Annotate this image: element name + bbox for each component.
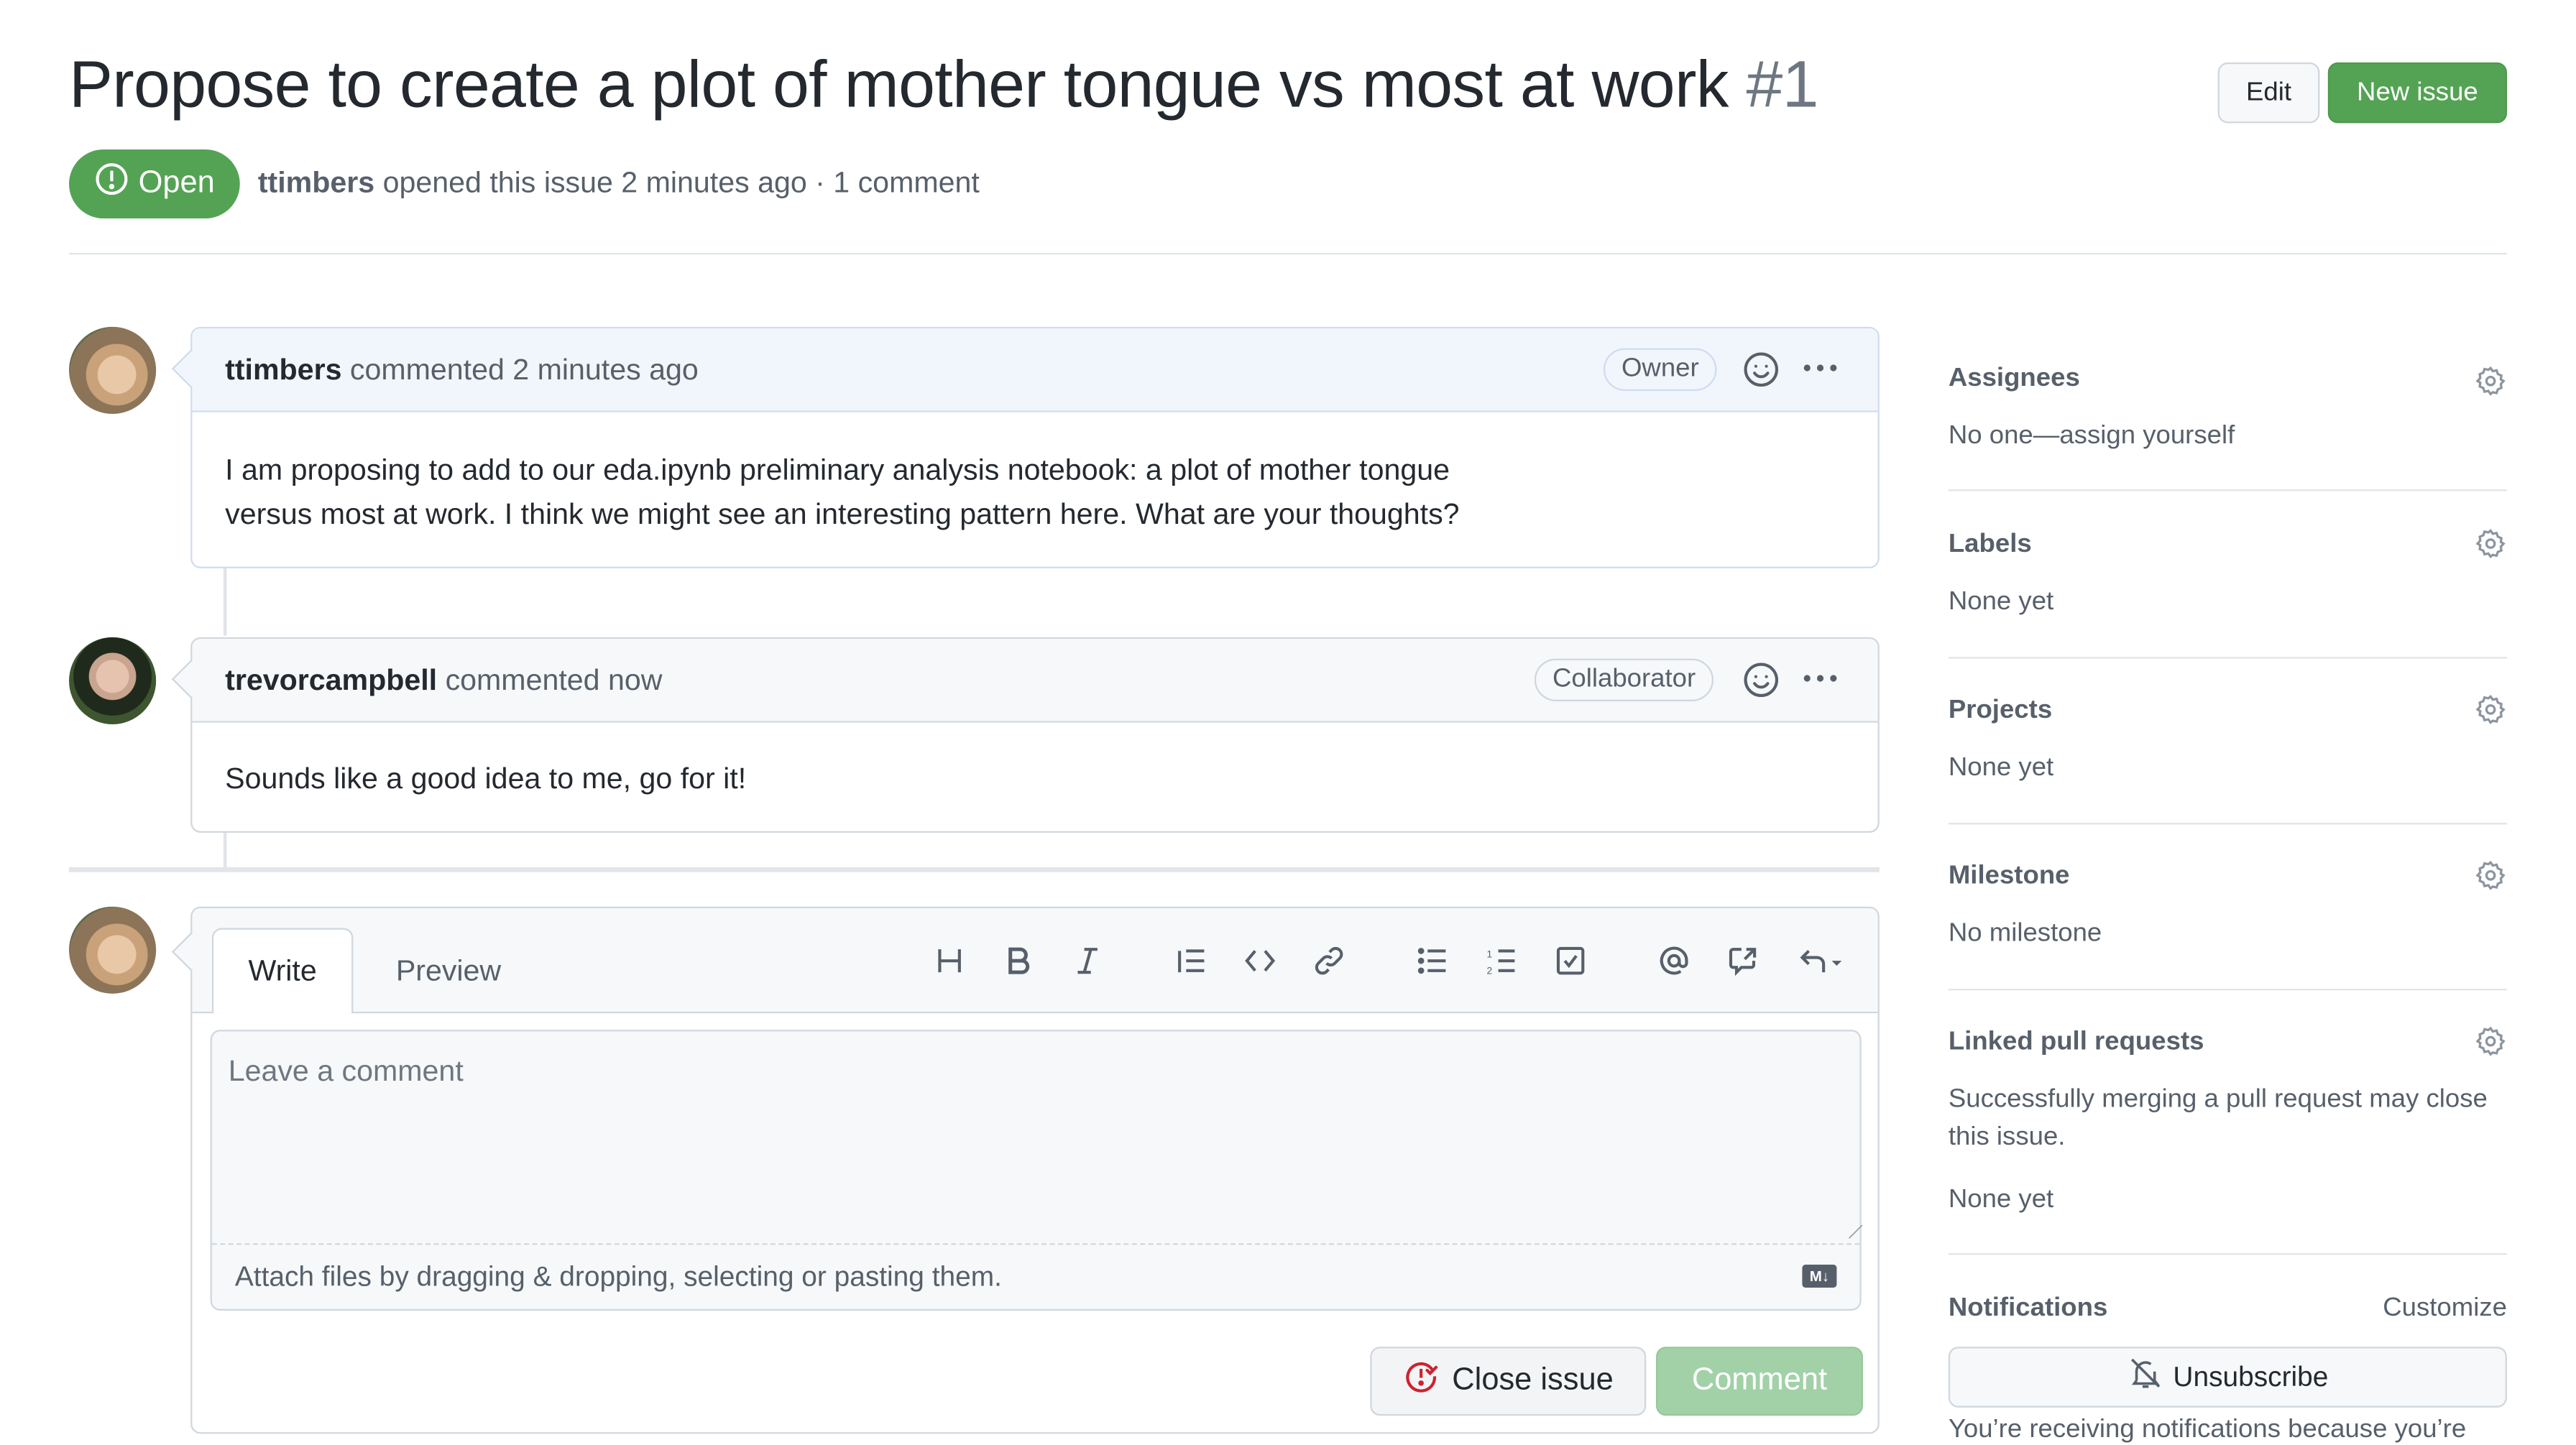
- gear-icon[interactable]: [2474, 527, 2507, 560]
- editor-header: Write Preview 12: [171, 908, 1878, 1014]
- sidebar-heading-labels[interactable]: Labels: [1949, 530, 2032, 560]
- comment-body: I am proposing to add to our eda.ipynb p…: [192, 412, 1877, 573]
- link-icon[interactable]: [1310, 941, 1349, 981]
- kebab-horizontal-icon[interactable]: [1800, 659, 1840, 706]
- close-issue-label: Close issue: [1452, 1363, 1614, 1398]
- sidebar-heading-linked-prs[interactable]: Linked pull requests: [1949, 1028, 2204, 1058]
- ordered-list-icon[interactable]: 12: [1482, 941, 1522, 981]
- issue-meta: ttimbers opened this issue 2 minutes ago…: [258, 166, 980, 200]
- linked-prs-value: None yet: [1948, 1186, 2054, 1214]
- comment-caret: [171, 348, 211, 389]
- comment-author-link[interactable]: ttimbers: [225, 352, 341, 387]
- linked-prs-description: Successfully merging a pull request may …: [1948, 1085, 2488, 1152]
- italic-icon[interactable]: [1068, 941, 1108, 981]
- gear-icon[interactable]: [2474, 1025, 2507, 1058]
- avatar[interactable]: [68, 637, 157, 724]
- sidebar-heading-projects[interactable]: Projects: [1949, 696, 2052, 726]
- status-badge: Open: [68, 149, 240, 218]
- comment-timestamp[interactable]: commented 2 minutes ago: [350, 352, 699, 387]
- bell-slash-icon: [2127, 1355, 2163, 1400]
- sidebar-divider: [1948, 1252, 2507, 1255]
- comment: trevorcampbell commented now Collaborato…: [171, 637, 1880, 833]
- comment-body: Sounds like a good idea to me, go for it…: [225, 762, 747, 795]
- comment-header: trevorcampbell commented now Collaborato…: [171, 639, 1878, 723]
- role-badge: Owner: [1603, 348, 1717, 391]
- milestone-value: No milestone: [1948, 919, 2102, 948]
- comment-button[interactable]: Comment: [1655, 1347, 1863, 1416]
- unsubscribe-button[interactable]: Unsubscribe: [1948, 1347, 2507, 1408]
- sidebar-heading-assignees[interactable]: Assignees: [1949, 364, 2080, 394]
- task-list-icon[interactable]: [1551, 941, 1591, 981]
- kebab-horizontal-icon[interactable]: [1800, 348, 1840, 396]
- gear-icon[interactable]: [2474, 859, 2507, 892]
- unsubscribe-label: Unsubscribe: [2173, 1360, 2329, 1393]
- avatar[interactable]: [68, 906, 157, 994]
- attach-files-hint[interactable]: Attach files by dragging & dropping, sel…: [235, 1261, 1002, 1294]
- comment-body-line: I am proposing to add to our eda.ipynb p…: [225, 453, 1450, 486]
- code-icon[interactable]: [1241, 941, 1280, 981]
- issue-meta-text: opened this issue 2 minutes ago · 1 comm…: [382, 165, 980, 199]
- issue-number: #1: [1746, 49, 1819, 122]
- comment-input[interactable]: [211, 1031, 1860, 1245]
- smiley-icon[interactable]: [1742, 660, 1781, 708]
- tab-preview[interactable]: Preview: [373, 928, 524, 1013]
- issue-closed-icon: [1403, 1358, 1439, 1404]
- comment-caret: [171, 659, 211, 699]
- role-badge: Collaborator: [1534, 658, 1714, 701]
- smiley-icon[interactable]: [1742, 350, 1781, 397]
- svg-text:2: 2: [1487, 965, 1493, 976]
- close-issue-button[interactable]: Close issue: [1370, 1347, 1647, 1416]
- sidebar-divider: [1948, 489, 2507, 491]
- new-issue-button[interactable]: New issue: [2327, 62, 2507, 124]
- issue-author-link[interactable]: ttimbers: [258, 166, 374, 199]
- quote-icon[interactable]: [1172, 941, 1211, 981]
- issue-title: Propose to create a plot of mother tongu…: [68, 49, 1819, 124]
- mention-icon[interactable]: [1655, 941, 1694, 981]
- edit-button[interactable]: Edit: [2217, 62, 2320, 124]
- sidebar-divider: [1948, 988, 2507, 991]
- status-label: Open: [138, 165, 215, 200]
- gear-icon[interactable]: [2474, 693, 2507, 726]
- timeline-connector: [223, 832, 227, 867]
- bold-icon[interactable]: [999, 941, 1039, 981]
- svg-text:1: 1: [1487, 949, 1493, 960]
- comment-body-line: versus most at work. I think we might se…: [225, 497, 1460, 531]
- issue-opened-icon: [94, 161, 130, 207]
- comment: ttimbers commented 2 minutes ago Owner I…: [171, 326, 1880, 568]
- labels-value: None yet: [1948, 588, 2054, 617]
- unordered-list-icon[interactable]: [1413, 941, 1453, 981]
- comment-timestamp[interactable]: commented now: [446, 663, 663, 697]
- sidebar-heading-notifications: Notifications: [1948, 1294, 2108, 1322]
- cross-reference-icon[interactable]: [1724, 941, 1763, 981]
- comment-author-link[interactable]: trevorcampbell: [225, 663, 437, 697]
- header-divider: [68, 252, 2507, 255]
- assignees-value[interactable]: No one—assign yourself: [1949, 417, 2235, 456]
- timeline-connector: [223, 566, 227, 636]
- comment-header: ttimbers commented 2 minutes ago Owner: [171, 328, 1878, 412]
- comment-textarea-wrapper: Attach files by dragging & dropping, sel…: [210, 1030, 1863, 1311]
- customize-notifications-link[interactable]: Customize: [2383, 1294, 2507, 1324]
- issue-title-text: Propose to create a plot of mother tongu…: [68, 49, 1729, 122]
- avatar[interactable]: [68, 326, 157, 414]
- saved-replies-icon[interactable]: [1793, 941, 1852, 981]
- comment-caret: [171, 932, 211, 972]
- heading-icon[interactable]: [930, 941, 970, 981]
- sidebar-heading-milestone[interactable]: Milestone: [1949, 862, 2070, 892]
- notification-reason: You’re receiving notifications because y…: [1948, 1416, 2467, 1444]
- timeline-end-divider: [68, 867, 1880, 872]
- markdown-icon[interactable]: M↓: [1802, 1264, 1837, 1288]
- new-comment-form: Write Preview 12 Leave a comment Attach …: [171, 906, 1880, 1434]
- gear-icon[interactable]: [2474, 364, 2507, 397]
- tab-write[interactable]: Write: [211, 928, 354, 1014]
- sidebar-divider: [1948, 823, 2507, 825]
- projects-value: None yet: [1948, 754, 2054, 782]
- sidebar-divider: [1948, 657, 2507, 659]
